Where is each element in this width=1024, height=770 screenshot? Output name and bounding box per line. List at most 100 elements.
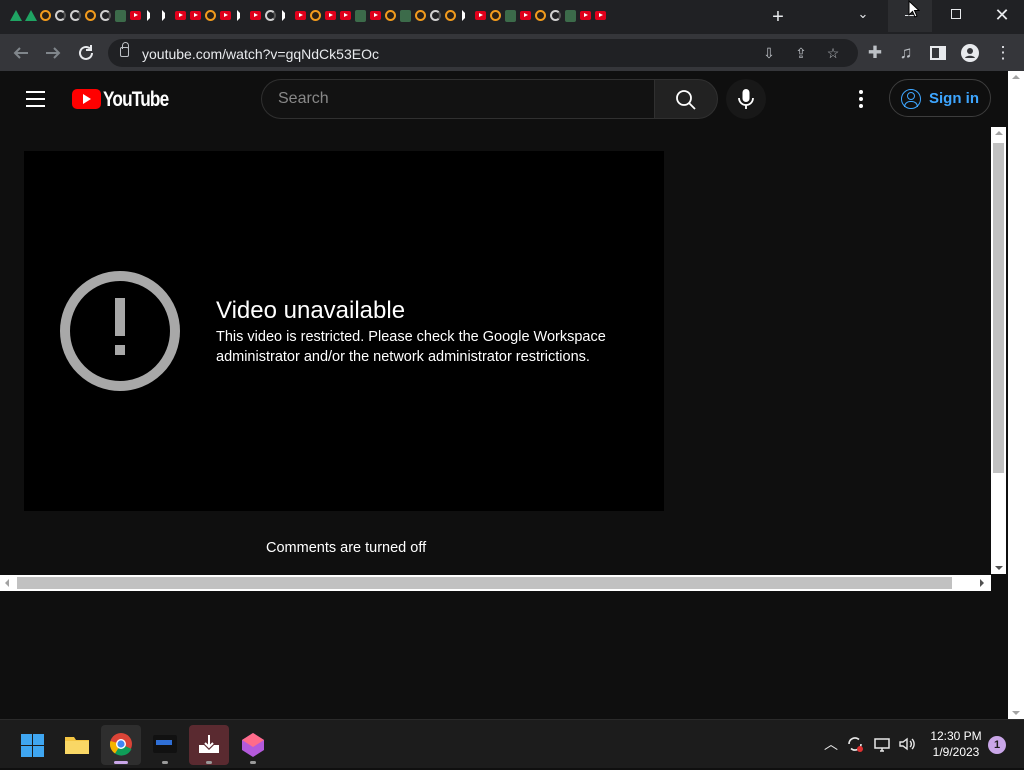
scroll-right-arrow-icon[interactable] (980, 579, 984, 587)
green-favicon-icon[interactable] (398, 8, 413, 23)
youtube-favicon-icon[interactable] (323, 8, 338, 23)
lock-icon[interactable] (120, 42, 129, 57)
address-bar[interactable]: youtube.com/watch?v=gqNdCk53EOc ⇩ ⇪ ☆ (108, 39, 858, 67)
show-hidden-icons-chevron-icon[interactable]: ︿ (821, 734, 841, 754)
green-favicon-icon[interactable] (353, 8, 368, 23)
extensions-puzzle-icon[interactable]: ✚ (862, 40, 888, 66)
horizontal-scrollbar-thumb[interactable] (17, 577, 952, 589)
browser-toolbar: youtube.com/watch?v=gqNdCk53EOc ⇩ ⇪ ☆ ✚ … (0, 34, 1024, 71)
circle-orange-favicon-icon[interactable] (443, 8, 458, 23)
downloader-app-icon[interactable] (189, 725, 229, 765)
account-circle-icon (901, 89, 921, 109)
scroll-left-arrow-icon[interactable] (5, 579, 9, 587)
youtube-favicon-icon[interactable] (248, 8, 263, 23)
tab-search-icon[interactable]: ⌄ (854, 6, 872, 24)
circle-orange-favicon-icon[interactable] (38, 8, 53, 23)
youtube-logo[interactable]: YouTube (72, 88, 172, 111)
file-explorer-icon[interactable] (57, 725, 97, 765)
youtube-favicon-icon[interactable] (473, 8, 488, 23)
search-icon (676, 90, 696, 110)
url-text[interactable]: youtube.com/watch?v=gqNdCk53EOc (142, 46, 379, 62)
outer-scroll-down-arrow-icon[interactable] (1012, 711, 1020, 715)
cycle-favicon-icon[interactable] (98, 8, 113, 23)
cycle-favicon-icon[interactable] (548, 8, 563, 23)
youtube-favicon-icon[interactable] (593, 8, 608, 23)
hamburger-menu-icon[interactable] (26, 91, 45, 107)
side-panel-icon[interactable] (925, 40, 951, 66)
speaker-favicon-icon[interactable] (233, 8, 248, 23)
circle-orange-favicon-icon[interactable] (203, 8, 218, 23)
restore-button[interactable] (940, 0, 972, 32)
exclamation-warning-icon (60, 271, 180, 391)
speaker-favicon-icon[interactable] (143, 8, 158, 23)
drive-favicon-icon[interactable] (8, 8, 23, 23)
youtube-favicon-icon[interactable] (173, 8, 188, 23)
share-icon[interactable]: ⇪ (792, 44, 810, 62)
tab-favicon-row[interactable] (8, 8, 608, 26)
scroll-down-arrow-icon[interactable] (995, 566, 1003, 570)
youtube-favicon-icon[interactable] (293, 8, 308, 23)
green-favicon-icon[interactable] (563, 8, 578, 23)
back-arrow-icon[interactable] (8, 40, 34, 66)
profile-icon[interactable] (957, 40, 983, 66)
youtube-favicon-icon[interactable] (128, 8, 143, 23)
green-favicon-icon[interactable] (503, 8, 518, 23)
cycle-favicon-icon[interactable] (68, 8, 83, 23)
reload-icon[interactable] (73, 40, 99, 66)
bookmark-star-icon[interactable]: ☆ (824, 44, 842, 62)
install-app-icon[interactable]: ⇩ (760, 44, 778, 62)
forward-arrow-icon[interactable] (40, 40, 66, 66)
video-player[interactable]: Video unavailable This video is restrict… (24, 151, 664, 511)
youtube-favicon-icon[interactable] (188, 8, 203, 23)
youtube-favicon-icon[interactable] (368, 8, 383, 23)
page-vertical-scrollbar[interactable] (991, 127, 1006, 574)
sign-in-button[interactable]: Sign in (889, 79, 991, 117)
mouse-cursor-icon (908, 0, 920, 18)
new-tab-button[interactable]: + (768, 6, 788, 28)
search-button[interactable] (654, 79, 718, 119)
scroll-up-arrow-icon[interactable] (995, 131, 1003, 135)
outer-vertical-scrollbar[interactable] (1008, 71, 1024, 719)
youtube-favicon-icon[interactable] (578, 8, 593, 23)
cycle-favicon-icon[interactable] (428, 8, 443, 23)
voice-search-button[interactable] (726, 79, 766, 119)
windows-taskbar (0, 719, 1024, 768)
circle-orange-favicon-icon[interactable] (488, 8, 503, 23)
scrollbar-thumb[interactable] (993, 143, 1004, 473)
circle-orange-favicon-icon[interactable] (533, 8, 548, 23)
search-input[interactable] (261, 79, 655, 119)
media-control-icon[interactable]: ♫ (893, 40, 919, 66)
settings-more-icon[interactable] (852, 88, 870, 110)
circle-orange-favicon-icon[interactable] (308, 8, 323, 23)
speaker-favicon-icon[interactable] (458, 8, 473, 23)
chrome-taskbar-icon[interactable] (101, 725, 141, 765)
drive-favicon-icon[interactable] (23, 8, 38, 23)
circle-orange-favicon-icon[interactable] (383, 8, 398, 23)
youtube-favicon-icon[interactable] (218, 8, 233, 23)
sync-status-icon[interactable] (845, 734, 865, 754)
close-window-button[interactable]: ✕ (986, 0, 1018, 32)
windows-start-icon[interactable] (12, 725, 52, 765)
circle-orange-favicon-icon[interactable] (83, 8, 98, 23)
chrome-menu-icon[interactable]: ⋮ (990, 40, 1016, 66)
gem-app-icon[interactable] (233, 725, 273, 765)
clock-date: 1/9/2023 (932, 745, 980, 759)
youtube-logo-text: YouTube (103, 88, 169, 111)
green-favicon-icon[interactable] (113, 8, 128, 23)
terminal-app-icon[interactable] (145, 725, 185, 765)
horizontal-scrollbar[interactable] (0, 575, 991, 591)
outer-scroll-up-arrow-icon[interactable] (1012, 75, 1020, 79)
circle-orange-favicon-icon[interactable] (413, 8, 428, 23)
cycle-favicon-icon[interactable] (263, 8, 278, 23)
youtube-favicon-icon[interactable] (338, 8, 353, 23)
youtube-favicon-icon[interactable] (518, 8, 533, 23)
network-icon[interactable] (872, 734, 892, 754)
speaker-favicon-icon[interactable] (158, 8, 173, 23)
clock[interactable]: 12:30 PM 1/9/2023 (925, 728, 987, 760)
sign-in-label: Sign in (929, 90, 979, 107)
comments-status: Comments are turned off (266, 540, 427, 556)
volume-icon[interactable] (897, 734, 917, 754)
speaker-favicon-icon[interactable] (278, 8, 293, 23)
cycle-favicon-icon[interactable] (53, 8, 68, 23)
notification-badge[interactable]: 1 (988, 736, 1006, 754)
